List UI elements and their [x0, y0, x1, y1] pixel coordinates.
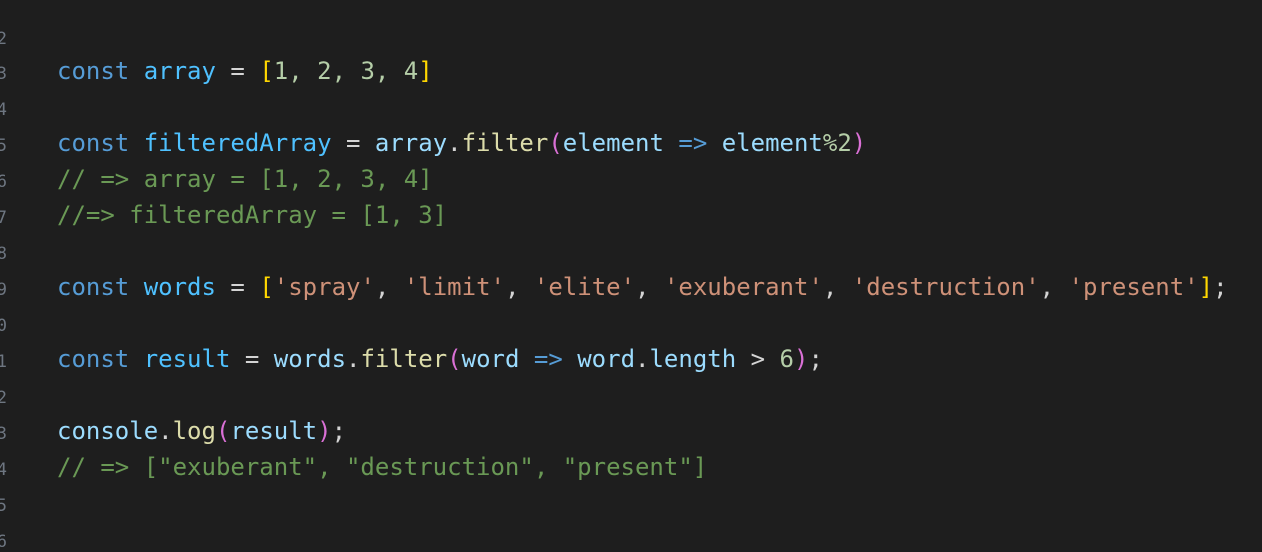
- bracket: [: [259, 273, 274, 301]
- keyword-const: const: [57, 129, 130, 157]
- code-line[interactable]: const array = [1, 2, 3, 4]: [57, 53, 433, 89]
- string-literal: 'exuberant': [663, 273, 823, 301]
- string-literal: 'elite': [533, 273, 636, 301]
- line-number: 5: [0, 496, 7, 516]
- dot: .: [158, 417, 173, 445]
- arrow-operator: =>: [678, 129, 708, 157]
- parameter: word: [461, 345, 520, 373]
- operator: =: [230, 273, 245, 301]
- identifier: element: [721, 129, 823, 157]
- paren: ): [794, 345, 809, 373]
- comment: // => ["exuberant", "destruction", "pres…: [57, 453, 708, 481]
- line-number: 2: [0, 388, 7, 408]
- code-line[interactable]: const filteredArray = array.filter(eleme…: [57, 125, 866, 161]
- number: 6: [779, 345, 794, 373]
- identifier: words: [273, 345, 347, 373]
- code-line[interactable]: // => array = [1, 2, 3, 4]: [57, 161, 433, 197]
- string-literal: 'spray': [273, 273, 375, 301]
- line-number: 9: [0, 280, 7, 300]
- line-number: 4: [0, 100, 7, 120]
- line-number: 8: [0, 244, 7, 264]
- comment: // => array = [1, 2, 3, 4]: [57, 165, 433, 193]
- parameter: element: [562, 129, 664, 157]
- identifier: array: [143, 57, 216, 85]
- keyword-const: const: [57, 345, 130, 373]
- line-number-gutter: 2 3 4 5 6 7 8 9 0 1 2 3 4 5 6: [0, 0, 10, 552]
- code-editor[interactable]: 2 3 4 5 6 7 8 9 0 1 2 3 4 5 6 const arra…: [0, 0, 1262, 552]
- identifier: result: [143, 345, 231, 373]
- identifier: array: [374, 129, 448, 157]
- number-list: 1, 2, 3, 4: [273, 57, 419, 85]
- code-line[interactable]: //=> filteredArray = [1, 3]: [57, 197, 447, 233]
- line-number: 3: [0, 424, 7, 444]
- paren: ): [317, 417, 332, 445]
- method-name: filter: [360, 345, 448, 373]
- dot: .: [346, 345, 361, 373]
- paren: (: [215, 417, 231, 445]
- paren: (: [548, 129, 563, 157]
- operator: =: [244, 345, 260, 373]
- argument: result: [230, 417, 318, 445]
- keyword-const: const: [57, 57, 130, 85]
- code-line[interactable]: console.log(result);: [57, 413, 346, 449]
- operator: =: [346, 129, 361, 157]
- keyword-const: const: [57, 273, 130, 301]
- line-number: 5: [0, 136, 7, 156]
- string-literal: 'destruction': [851, 273, 1040, 301]
- paren: (: [447, 345, 462, 373]
- semicolon: ;: [331, 417, 347, 445]
- semicolon: ;: [808, 345, 823, 373]
- bracket: [: [259, 57, 274, 85]
- code-line[interactable]: const words = ['spray', 'limit', 'elite'…: [57, 269, 1228, 305]
- line-number: 1: [0, 352, 7, 372]
- property: length: [649, 345, 737, 373]
- line-number: 6: [0, 532, 7, 552]
- string-literal: 'limit': [403, 273, 505, 301]
- comment: //=> filteredArray = [1, 3]: [57, 201, 448, 229]
- dot: .: [447, 129, 462, 157]
- code-line[interactable]: const result = words.filter(word => word…: [57, 341, 823, 377]
- line-number: 4: [0, 460, 7, 480]
- modulo-expression: %2: [822, 129, 852, 157]
- semicolon: ;: [1213, 273, 1228, 301]
- line-number: 3: [0, 64, 7, 84]
- operator: >: [750, 345, 766, 373]
- string-literal: 'present': [1068, 273, 1199, 301]
- identifier: words: [143, 273, 216, 301]
- line-number: 7: [0, 208, 7, 228]
- identifier: word: [577, 345, 636, 373]
- operator: =: [230, 57, 245, 85]
- bracket: ]: [1198, 273, 1214, 301]
- method-name: filter: [461, 129, 549, 157]
- code-line[interactable]: // => ["exuberant", "destruction", "pres…: [57, 449, 707, 485]
- bracket: ]: [418, 57, 433, 85]
- line-number: 6: [0, 172, 7, 192]
- line-number: 2: [0, 29, 7, 49]
- method-name: log: [172, 417, 216, 445]
- arrow-operator: =>: [533, 345, 563, 373]
- dot: .: [635, 345, 650, 373]
- line-number: 0: [0, 316, 7, 336]
- identifier: console: [57, 417, 159, 445]
- identifier: filteredArray: [143, 129, 332, 157]
- paren: ): [851, 129, 867, 157]
